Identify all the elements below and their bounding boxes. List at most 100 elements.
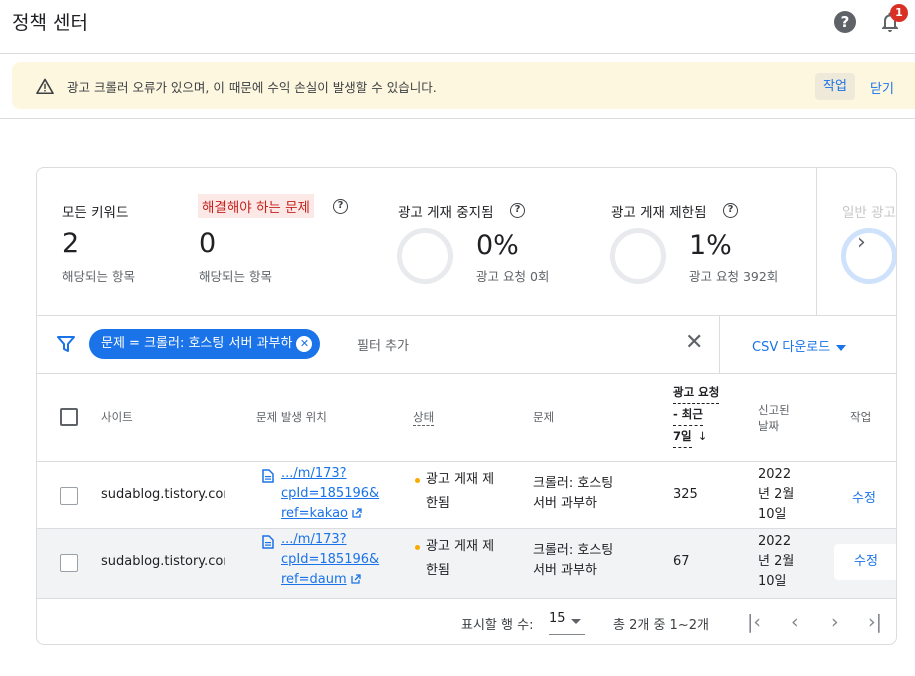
col-reported-line2: 날짜 (758, 419, 780, 433)
issues-sub: 해당되는 항목 (199, 269, 272, 284)
col-action: 작업 (850, 410, 872, 424)
all-keywords-value: 2 (62, 228, 80, 259)
location-link-line2: cpId=185196& (281, 552, 380, 567)
filter-chip[interactable]: 문제 = 크롤러: 호스팅 서버 과부하 ✕ (89, 329, 321, 359)
col-issue[interactable]: 문제 (533, 409, 554, 425)
edit-button[interactable]: 수정 (852, 487, 876, 506)
policy-card: 모든 키워드 2 해당되는 항목 해결해야 하는 문제 ? 0 해당되는 항목 … (36, 167, 897, 645)
row-reported-date: 2022 년 2월 10일 (758, 532, 794, 592)
app-title: 정책 센터 (12, 12, 88, 34)
status-dot (415, 478, 420, 483)
top-bar: 정책 센터 ? 1 (0, 0, 915, 54)
row-date-line3: 10일 (758, 574, 787, 589)
row-issue: 크롤러: 호스팅 서버 과부하 (533, 541, 613, 581)
select-all-checkbox[interactable] (60, 408, 78, 426)
add-filter-input[interactable]: 필터 추가 (357, 335, 409, 354)
help-circle-icon[interactable]: ? (333, 199, 348, 214)
alert-action-button[interactable]: 작업 (815, 73, 855, 100)
col-requests-line1: 광고 요청 (673, 382, 720, 404)
row-status-line2: 한됨 (426, 563, 450, 578)
col-site[interactable]: 사이트 (101, 409, 133, 425)
row-status-line1: 광고 게재 제 (426, 539, 495, 554)
filter-bar: 문제 = 크롤러: 호스팅 서버 과부하 ✕ 필터 추가 ✕ CSV 다운로드 (37, 316, 896, 374)
help-icon[interactable]: ? (834, 11, 856, 33)
row-date-line1: 2022 (758, 534, 792, 549)
table-row: sudablog.tistory.com .../m/173? cpId=185… (37, 462, 896, 529)
row-checkbox[interactable] (60, 554, 78, 572)
all-keywords-label: 모든 키워드 (62, 205, 129, 221)
alert-banner: 광고 크롤러 오류가 있으며, 이 때문에 수익 손실이 발생할 수 있습니다.… (12, 62, 915, 109)
row-site: sudablog.tistory.com (101, 487, 225, 502)
alert-close-button[interactable]: 닫기 (870, 78, 894, 97)
edit-button[interactable]: 수정 (834, 544, 896, 580)
help-circle-icon[interactable]: ? (510, 203, 525, 218)
row-issue-line1: 크롤러: 호스팅 (533, 476, 614, 491)
col-requests-line3: 7일 (673, 426, 692, 448)
location-link-line3: ref=daum (281, 572, 347, 587)
csv-download-label: CSV 다운로드 (752, 340, 831, 355)
divider (0, 118, 915, 119)
suspended-label: 광고 게재 중지됨 (398, 205, 494, 221)
chevron-right-icon[interactable]: › (857, 230, 866, 255)
restricted-ring (610, 228, 666, 284)
location-link-line1: .../m/173? (281, 466, 347, 481)
arrow-down-icon: ↓ (697, 429, 708, 443)
col-location[interactable]: 문제 발생 위치 (256, 409, 327, 425)
row-issue: 크롤러: 호스팅 서버 과부하 (533, 474, 613, 514)
row-issue-line2: 서버 과부하 (533, 563, 597, 578)
row-issue-line1: 크롤러: 호스팅 (533, 543, 614, 558)
status-dot (415, 545, 420, 550)
suspended-value: 0% (476, 230, 519, 261)
caret-down-icon (571, 619, 581, 624)
col-requests-line2: - 최근 (673, 404, 703, 426)
row-issue-line2: 서버 과부하 (533, 496, 597, 511)
location-link-line2: cpId=185196& (281, 486, 380, 501)
next-page-icon[interactable]: › (831, 611, 839, 633)
filter-chip-label: 문제 = 크롤러: 호스팅 서버 과부하 (101, 336, 293, 351)
location-link[interactable]: .../m/173? cpId=185196& ref=daum (281, 530, 379, 590)
help-circle-icon[interactable]: ? (723, 203, 738, 218)
pagination: 표시할 행 수: 15 총 2개 중 1~2개 |‹ ‹ › ›| (37, 598, 896, 644)
suspended-ring (397, 228, 453, 284)
location-link-line3: ref=kakao (281, 506, 349, 521)
issues-label[interactable]: 해결해야 하는 문제 (198, 194, 314, 218)
chip-remove-icon[interactable]: ✕ (296, 336, 313, 352)
document-icon (262, 469, 274, 483)
row-status: 광고 게재 제 한됨 (426, 537, 494, 581)
prev-page-icon[interactable]: ‹ (791, 611, 799, 633)
location-link[interactable]: .../m/173? cpId=185196& ref=kakao (281, 464, 379, 524)
csv-separator (719, 316, 720, 373)
summary-panel: 모든 키워드 2 해당되는 항목 해결해야 하는 문제 ? 0 해당되는 항목 … (37, 168, 896, 316)
last-page-icon[interactable]: ›| (868, 611, 882, 633)
all-keywords-sub: 해당되는 항목 (62, 269, 135, 284)
restricted-value: 1% (689, 230, 732, 261)
row-site: sudablog.tistory.com (101, 554, 225, 569)
open-in-new-icon (352, 508, 362, 518)
alert-message: 광고 크롤러 오류가 있으며, 이 때문에 수익 손실이 발생할 수 있습니다. (67, 80, 437, 95)
col-reported[interactable]: 신고된 날짜 (758, 402, 790, 434)
page-range-label: 총 2개 중 1~2개 (613, 618, 709, 633)
filter-icon[interactable] (57, 336, 75, 352)
table-header: 사이트 문제 발생 위치 상태 문제 광고 요청 - 최근 7일 ↓ 신고된 날짜… (37, 374, 896, 462)
row-requests: 67 (673, 554, 690, 569)
first-page-icon[interactable]: |‹ (747, 611, 761, 633)
row-status-line2: 한됨 (426, 496, 450, 511)
pager-divider (37, 598, 896, 599)
restricted-sub: 광고 요청 392회 (689, 269, 779, 284)
row-checkbox[interactable] (60, 487, 78, 505)
row-status: 광고 게재 제 한됨 (426, 470, 494, 514)
summary-separator (816, 168, 817, 315)
row-date-line1: 2022 (758, 467, 792, 482)
csv-download-button[interactable]: CSV 다운로드 (752, 336, 847, 355)
warning-icon (36, 78, 54, 94)
caret-down-icon (836, 344, 847, 351)
document-icon (262, 535, 274, 549)
col-status[interactable]: 상태 (413, 409, 435, 426)
row-reported-date: 2022 년 2월 10일 (758, 465, 794, 525)
rows-per-page-label: 표시할 행 수: (461, 618, 534, 633)
general-ads-label: 일반 광고 (842, 205, 896, 221)
table-row: sudablog.tistory.com .../m/173? cpId=185… (37, 529, 896, 598)
col-requests[interactable]: 광고 요청 - 최근 7일 ↓ (673, 382, 720, 448)
location-link-line1: .../m/173? (281, 532, 347, 547)
clear-filters-icon[interactable]: ✕ (685, 330, 703, 355)
